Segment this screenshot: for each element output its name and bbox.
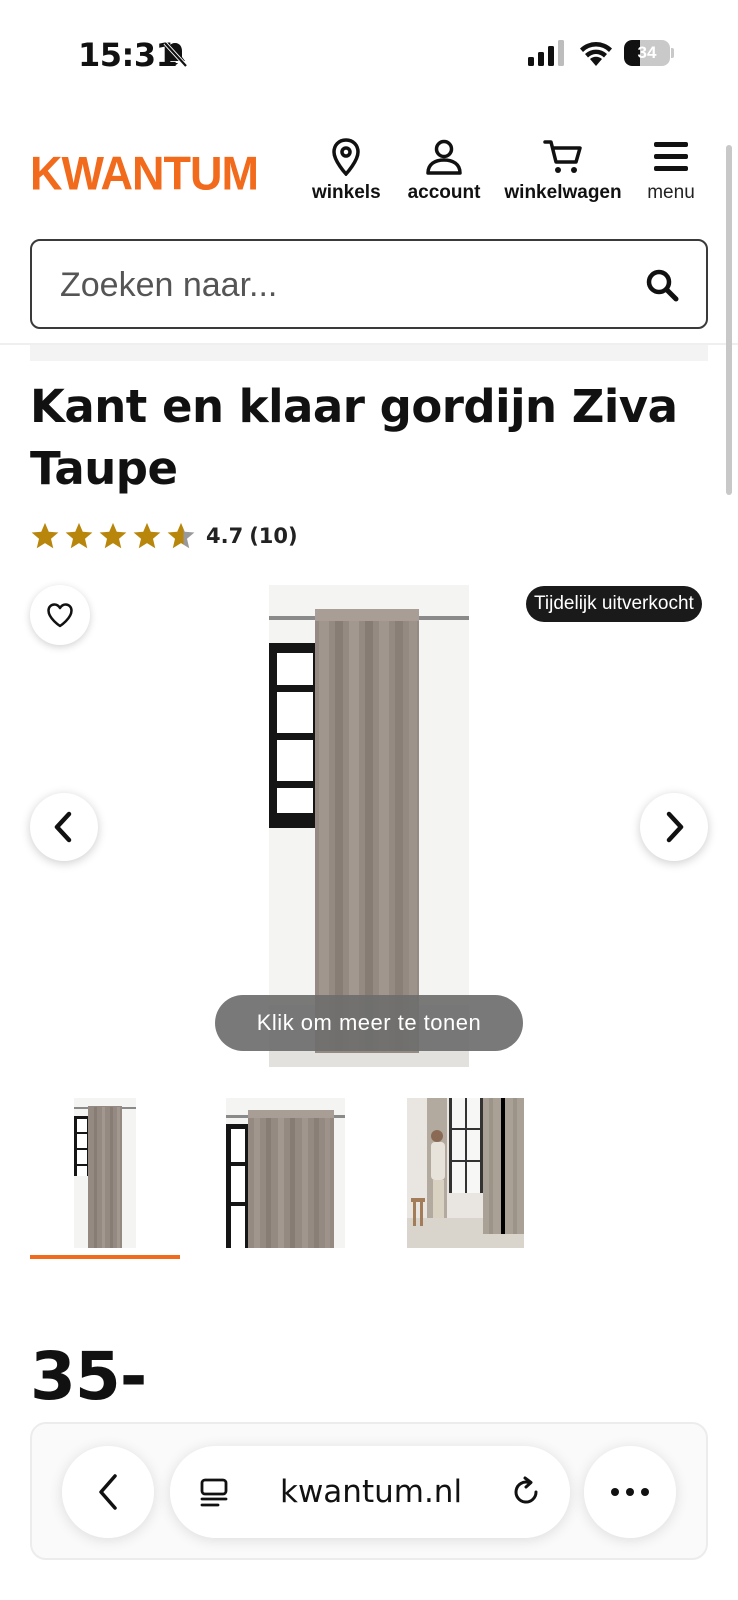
wifi-icon [580, 42, 612, 66]
browser-address-bar[interactable]: kwantum.nl [170, 1446, 570, 1538]
heart-icon [47, 603, 73, 628]
curtain-front-thumbnail[interactable] [74, 1098, 136, 1248]
product-gallery: Tijdelijk uitverkocht Klik om meer te to… [0, 580, 738, 1070]
curtain-lifestyle-thumbnail[interactable] [407, 1098, 524, 1248]
battery-level: 34 [637, 43, 657, 62]
location-pin-icon [332, 138, 360, 176]
selected-thumbnail-indicator [30, 1255, 180, 1259]
curtain-closeup-thumbnail[interactable] [226, 1098, 345, 1248]
stock-status-badge: Tijdelijk uitverkocht [526, 586, 702, 622]
star-full-icon [65, 522, 93, 549]
nav-winkels[interactable]: winkels [312, 138, 381, 204]
star-full-icon [99, 522, 127, 549]
nav-label-winkelwagen: winkelwagen [504, 182, 622, 203]
show-more-button[interactable]: Klik om meer te tonen [215, 995, 523, 1051]
kwantum-logo[interactable]: KWANTUM [30, 147, 259, 202]
chevron-right-icon [666, 811, 684, 843]
previous-image-button[interactable] [30, 793, 98, 861]
nav-account[interactable]: account [400, 138, 488, 204]
rating-count: (10) [249, 524, 298, 548]
nav-label-winkels: winkels [312, 182, 381, 203]
thumbnail-strip [0, 1098, 738, 1259]
scrollbar[interactable] [726, 145, 732, 495]
browser-toolbar: kwantum.nl [0, 1440, 738, 1540]
wishlist-button[interactable] [30, 585, 90, 645]
status-bar: 15:31 34 [0, 0, 738, 110]
star-partial-icon [167, 522, 195, 549]
chevron-left-icon [99, 1474, 117, 1510]
search-input[interactable] [60, 261, 620, 309]
search-bar [30, 239, 708, 329]
chevron-left-icon [54, 811, 72, 843]
page-menu-icon[interactable] [198, 1476, 230, 1508]
star-full-icon [133, 522, 161, 549]
rating-score: 4.7 [206, 524, 244, 548]
star-full-icon [31, 522, 59, 549]
bell-off-icon [163, 41, 188, 68]
breadcrumb-placeholder [30, 345, 708, 361]
nav-winkelwagen[interactable]: winkelwagen [498, 138, 628, 204]
browser-more-button[interactable] [584, 1446, 676, 1538]
nav-menu[interactable]: menu [638, 138, 704, 204]
product-price: 35- [30, 1338, 147, 1415]
more-dots-icon [611, 1488, 649, 1496]
product-title: Kant en klaar gordijn Ziva Taupe [30, 380, 678, 495]
next-image-button[interactable] [640, 793, 708, 861]
battery-icon: 34 [624, 40, 674, 66]
product-rating[interactable]: 4.7 (10) [30, 518, 298, 554]
cellular-signal-icon [528, 40, 564, 66]
browser-back-button[interactable] [62, 1446, 154, 1538]
search-icon[interactable] [644, 267, 680, 303]
reload-icon[interactable] [508, 1474, 544, 1510]
browser-url: kwantum.nl [280, 1474, 463, 1510]
nav-label-menu: menu [647, 182, 695, 203]
cart-icon [543, 140, 582, 173]
user-icon [426, 139, 462, 175]
home-indicator [0, 1580, 738, 1600]
nav-label-account: account [407, 182, 481, 203]
hamburger-menu-icon [654, 142, 688, 171]
site-header: KWANTUM winkels account winkelwagen menu [0, 120, 738, 220]
